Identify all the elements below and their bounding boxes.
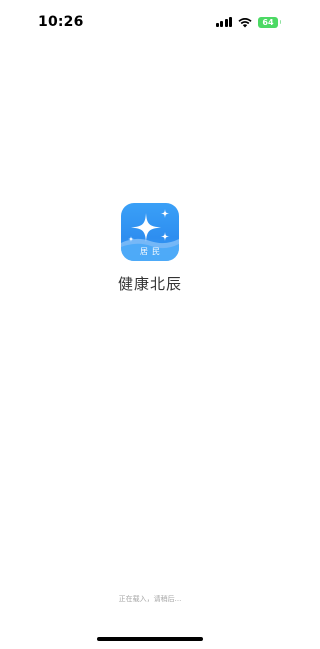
- status-time: 10:26: [38, 14, 84, 30]
- loading-text: 正在载入，请稍后...: [118, 595, 182, 603]
- signal-icon: [215, 17, 232, 27]
- splash-screen: 10:26 64 居民 健康北辰 正在载入，请稍后...: [0, 0, 300, 649]
- sparkle-app-icon: 居民: [121, 203, 179, 261]
- status-icons: 64: [215, 15, 281, 29]
- home-indicator[interactable]: [97, 637, 203, 641]
- wifi-icon: [238, 17, 252, 27]
- app-name: 健康北辰: [117, 275, 182, 293]
- icon-badge-text: 居民: [140, 247, 164, 256]
- battery-level: 64: [262, 17, 274, 27]
- battery-icon: 64: [258, 16, 281, 28]
- status-bar: 10:26 64: [0, 0, 300, 44]
